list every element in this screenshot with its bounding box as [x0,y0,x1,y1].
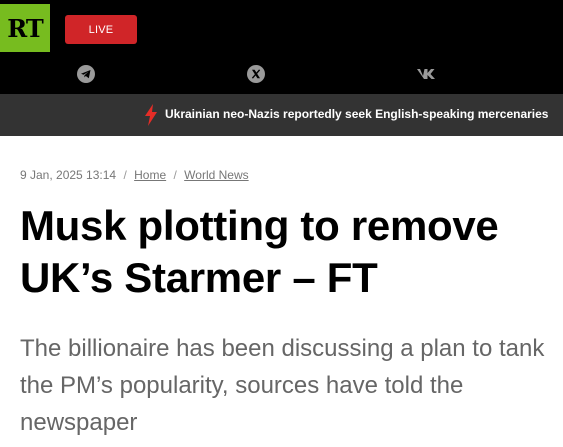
article-summary: The billionaire has been discussing a pl… [20,335,545,436]
ticker-headline[interactable]: Ukrainian neo-Nazis reportedly seek Engl… [165,107,563,121]
breadcrumb: 9 Jan, 2025 13:14 / Home / World News [20,168,249,182]
article-title: Musk plotting to remove UK’s Starmer – F… [20,202,499,301]
x-icon[interactable] [247,65,265,83]
breadcrumb-home-link[interactable]: Home [134,168,166,182]
rt-logo[interactable]: RT [0,4,50,52]
breadcrumb-section-link[interactable]: World News [184,168,248,182]
site-header: RT LIVE [0,0,563,94]
breadcrumb-separator: / [123,168,127,182]
vk-icon[interactable] [416,65,438,83]
lightning-icon [145,104,157,126]
publish-date: 9 Jan, 2025 13:14 [20,168,117,182]
breaking-news-ticker[interactable]: Ukrainian neo-Nazis reportedly seek Engl… [0,94,563,136]
live-button[interactable]: LIVE [65,15,137,44]
breadcrumb-separator: / [173,168,177,182]
telegram-icon[interactable] [77,65,95,83]
